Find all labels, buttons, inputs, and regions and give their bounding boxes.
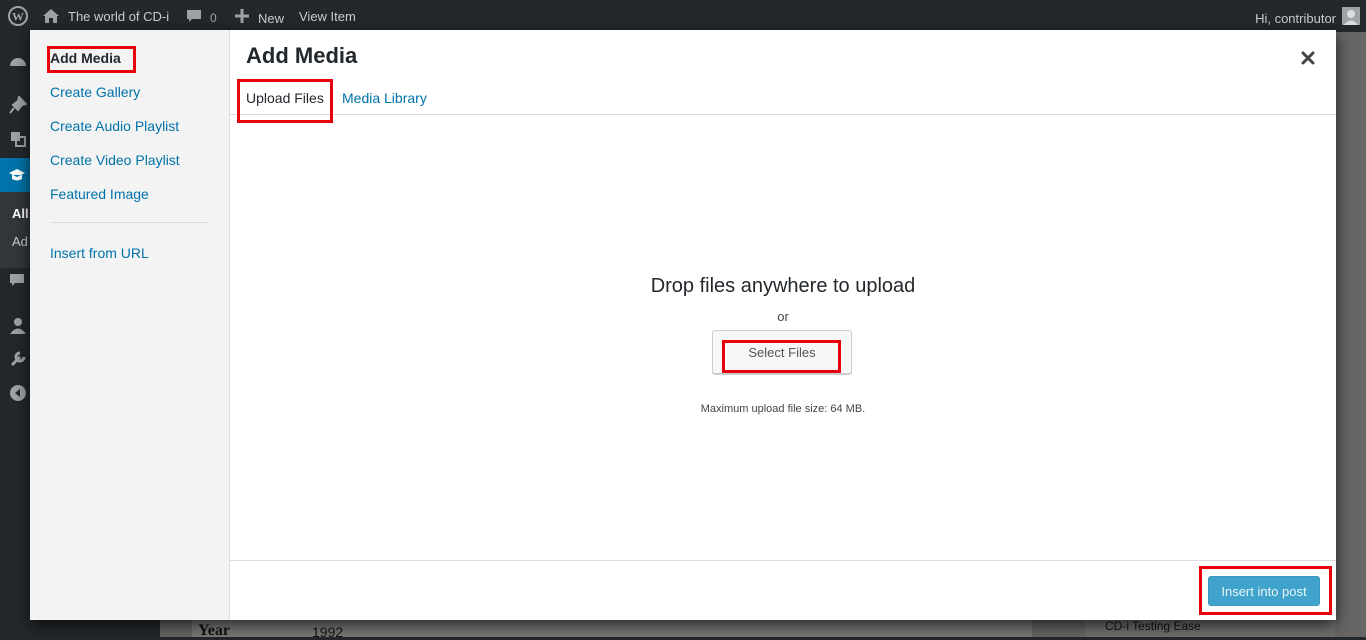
comment-icon: [186, 8, 202, 24]
modal-title: Add Media: [246, 43, 358, 68]
comment-count: 0: [210, 11, 217, 25]
wordpress-logo-icon[interactable]: W: [8, 0, 28, 32]
new-content-link[interactable]: New: [235, 0, 284, 32]
tab-upload-files[interactable]: Upload Files: [246, 90, 324, 106]
media-toolbar: Insert into post: [230, 560, 1336, 620]
media-icon[interactable]: [9, 130, 27, 148]
greeting-text: Hi, contributor: [1255, 10, 1336, 26]
comments-menu-icon[interactable]: [9, 272, 25, 288]
side-panel-text: CD-i Testing Ease: [1105, 619, 1201, 633]
pin-icon[interactable]: [9, 96, 27, 114]
avatar: [1342, 7, 1360, 25]
site-name: The world of CD-i: [68, 8, 170, 24]
comments-link[interactable]: 0: [186, 0, 217, 32]
max-upload-size: Maximum upload file size: 64 MB.: [700, 403, 866, 415]
media-modal: Add Media Create Gallery Create Audio Pl…: [30, 30, 1336, 620]
submenu-item-add[interactable]: Ad: [12, 234, 28, 249]
menu-item-create-video-playlist[interactable]: Create Video Playlist: [50, 152, 180, 168]
graduation-cap-icon: [9, 169, 25, 181]
year-label: Year: [198, 622, 230, 639]
drop-instructions: Drop files anywhere to upload: [650, 275, 916, 297]
collapse-menu-icon[interactable]: [9, 384, 27, 402]
plus-icon: [235, 9, 249, 23]
select-files-button[interactable]: Select Files: [712, 330, 852, 374]
menu-separator: [50, 222, 209, 223]
close-button[interactable]: [1296, 46, 1320, 70]
menu-item-create-audio-playlist[interactable]: Create Audio Playlist: [50, 118, 179, 134]
admin-bar: W The world of CD-i 0 New View Item Hi, …: [0, 0, 1366, 32]
user-account-menu[interactable]: Hi, contributor: [1255, 0, 1360, 32]
new-label: New: [258, 10, 285, 26]
view-item-label: View Item: [299, 8, 356, 24]
menu-item-add-media[interactable]: Add Media: [50, 50, 121, 66]
insert-into-post-button[interactable]: Insert into post: [1208, 576, 1320, 606]
home-icon: [42, 8, 60, 24]
submenu-item-all[interactable]: All: [12, 206, 29, 221]
menu-item-create-gallery[interactable]: Create Gallery: [50, 84, 140, 100]
users-icon[interactable]: [9, 317, 27, 335]
media-menu: Add Media Create Gallery Create Audio Pl…: [30, 30, 230, 620]
media-router-tabs: Upload Files Media Library: [230, 80, 1336, 115]
menu-item-featured-image[interactable]: Featured Image: [50, 186, 149, 202]
upload-drop-zone[interactable]: Drop files anywhere to upload or Select …: [230, 115, 1336, 560]
view-item-link[interactable]: View Item: [299, 0, 356, 32]
active-menu-item[interactable]: [0, 158, 30, 192]
admin-sidebar: All Ad: [0, 32, 30, 637]
tab-media-library[interactable]: Media Library: [342, 90, 427, 106]
tools-icon[interactable]: [9, 350, 27, 368]
dashboard-icon[interactable]: [9, 52, 27, 68]
menu-item-insert-from-url[interactable]: Insert from URL: [50, 245, 149, 261]
close-icon: [1301, 51, 1315, 65]
year-value: 1992: [312, 624, 344, 640]
svg-text:W: W: [12, 10, 24, 24]
submenu: [0, 192, 30, 268]
or-separator: or: [777, 309, 789, 324]
site-name-link[interactable]: The world of CD-i: [42, 0, 169, 32]
